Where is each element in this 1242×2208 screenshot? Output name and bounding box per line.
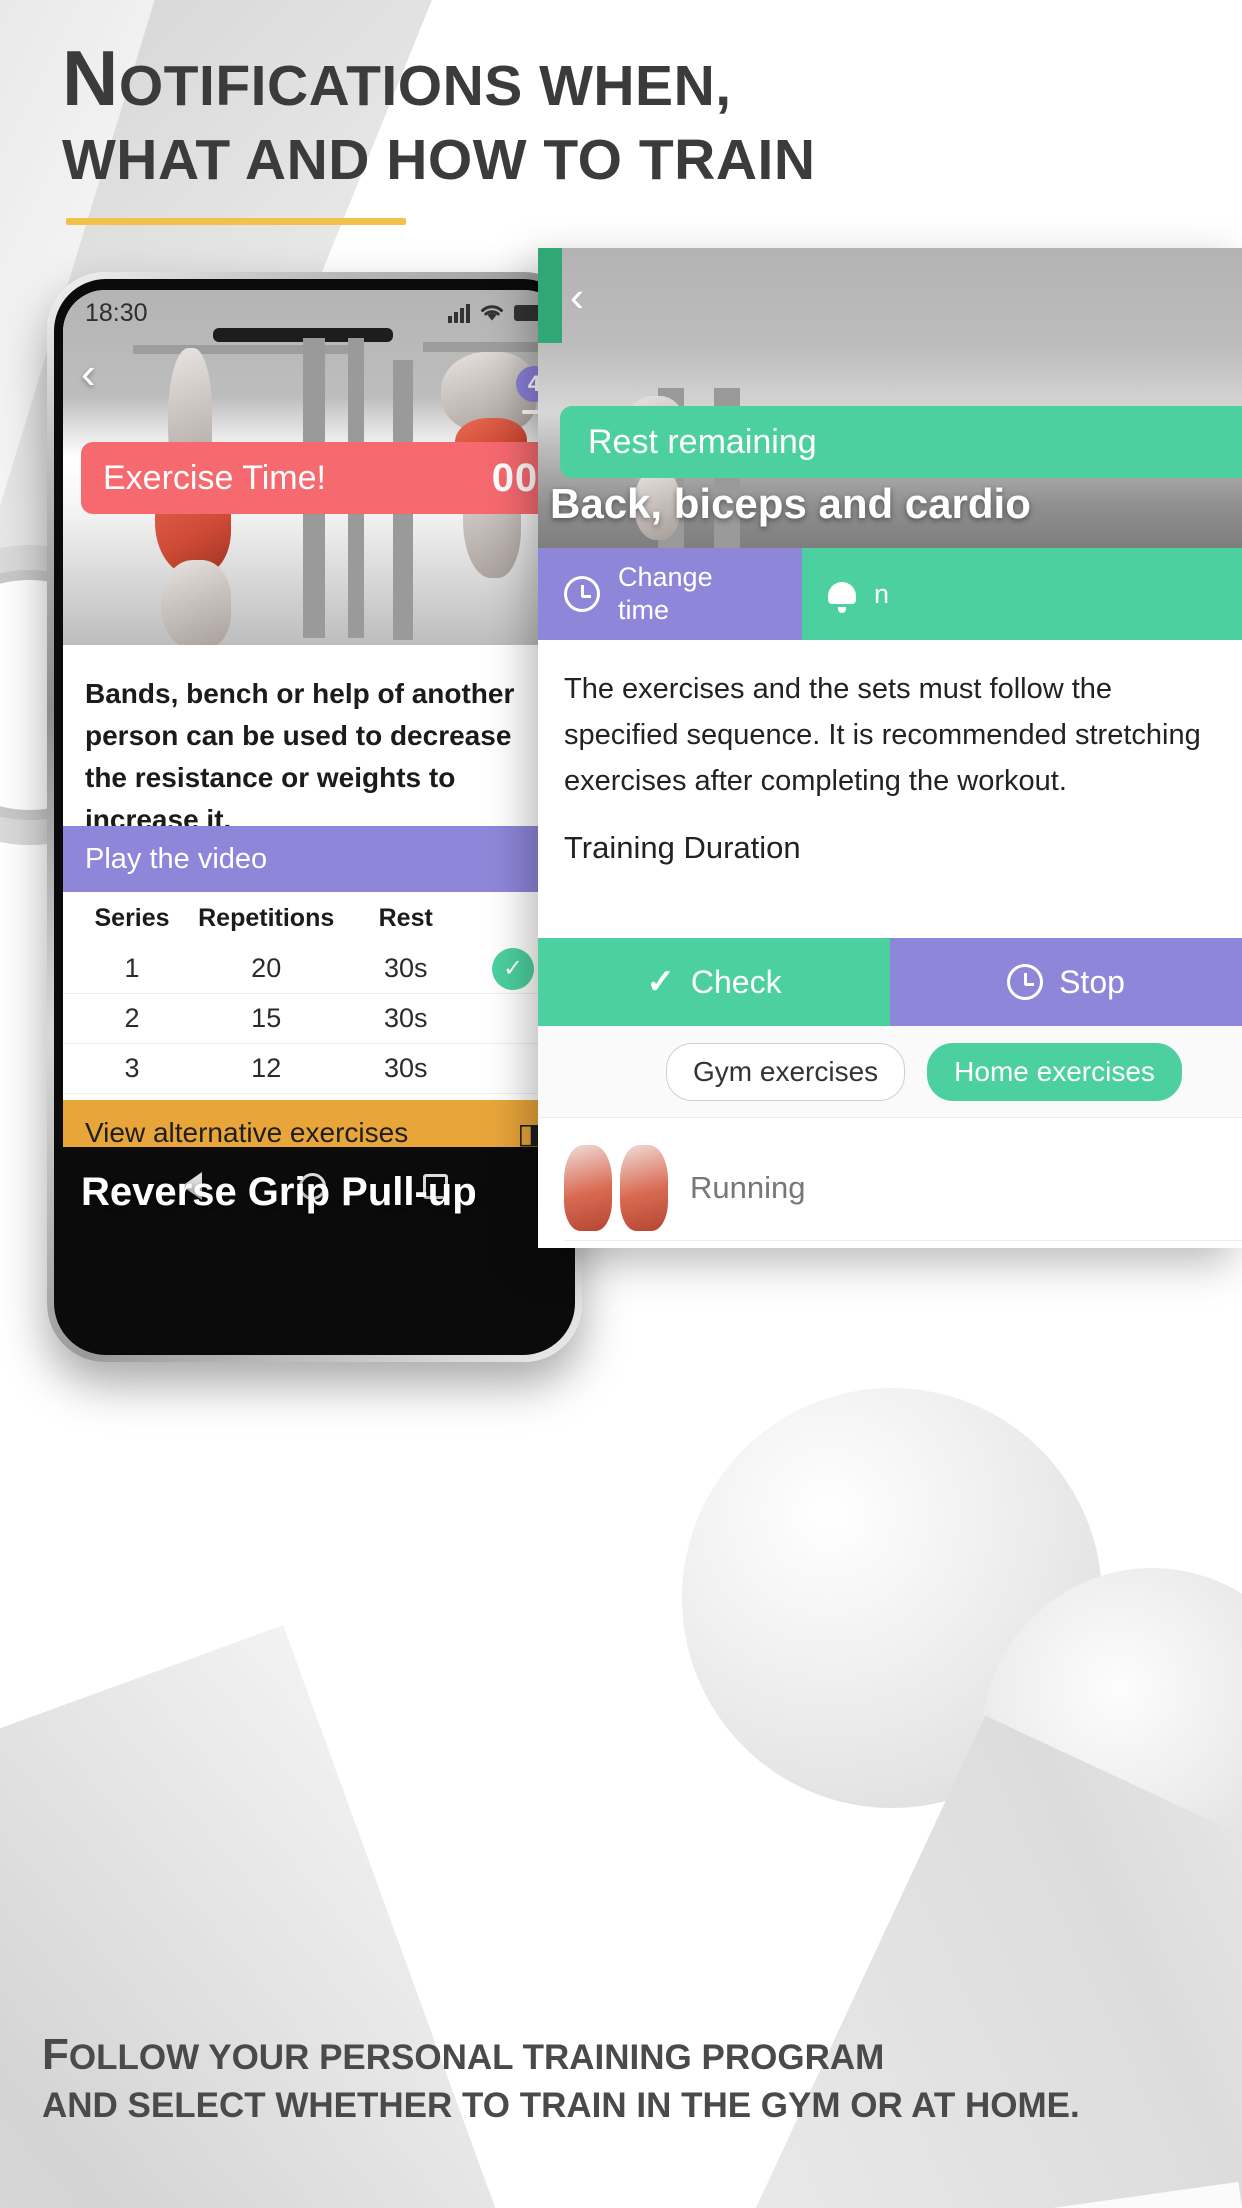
exercise-description-text: Bands, bench or help of another person c… (85, 678, 515, 835)
exercise-figure-icon (620, 1145, 668, 1231)
cell-reps: 20 (251, 953, 282, 983)
clock-icon (564, 576, 600, 612)
change-time-label: Change time (618, 561, 713, 627)
workout-title: Back, biceps and cardio (550, 480, 1031, 527)
rest-remaining-label: Rest remaining (588, 422, 817, 461)
notifications-button[interactable]: n (802, 548, 1242, 640)
green-side-accent (538, 248, 562, 343)
training-duration-label: Training Duration (564, 830, 801, 865)
wifi-icon (481, 305, 503, 321)
cell-rest: 30s (383, 1003, 428, 1033)
exercise-detail-screen: 18:30 ‹ 4 Exercise Time! 00:04 Reverse G… (63, 290, 566, 1225)
back-button[interactable]: ‹ (81, 352, 96, 396)
tab-gym-exercises[interactable]: Gym exercises (666, 1042, 906, 1101)
notifications-label: n (874, 578, 890, 609)
exercise-name: Running (690, 1170, 806, 1205)
view-alternative-label: View alternative exercises (85, 1117, 409, 1148)
headline-underline (66, 218, 406, 225)
footer-line2: AND SELECT WHETHER TO TRAIN IN THE GYM O… (42, 2086, 1080, 2125)
cell-series: 2 (124, 1003, 140, 1033)
play-video-label: Play the video (85, 842, 268, 875)
footer-drop-cap: F (42, 2030, 69, 2079)
workout-control-buttons: ✓ Check Stop (538, 938, 1242, 1026)
cell-reps: 15 (251, 1003, 282, 1033)
headline-drop-cap: N (62, 34, 119, 122)
headline-line1: OTIFICATIONS WHEN, (118, 54, 732, 118)
set-complete-icon: ✓ (492, 947, 535, 990)
exercise-figure-icon (564, 1145, 612, 1231)
signal-bars-icon (448, 303, 470, 323)
table-row[interactable]: 1 20 30s ✓ (63, 944, 566, 994)
status-bar: 18:30 (63, 290, 566, 336)
stop-label: Stop (1059, 963, 1125, 1000)
phone-mockup-right: ‹ Rest remaining Back, biceps and cardio… (538, 248, 1242, 1248)
exercise-timer-label: Exercise Time! (103, 458, 326, 497)
col-repetitions: Repetitions (198, 903, 335, 932)
page-headline: NOTIFICATIONS WHEN, WHAT AND HOW TO TRAI… (62, 39, 816, 196)
back-button[interactable]: ‹ (570, 276, 584, 318)
change-time-line1: Change (618, 562, 713, 592)
tab-home-exercises[interactable]: Home exercises (927, 1042, 1182, 1101)
check-button[interactable]: ✓ Check (538, 938, 890, 1026)
rest-remaining-banner: Rest remaining (560, 406, 1242, 478)
table-row[interactable]: 3 12 30s (63, 1044, 566, 1094)
divider (564, 1240, 1242, 1241)
cell-rest: 30s (383, 1053, 428, 1083)
list-item[interactable]: Running (538, 1136, 1242, 1240)
exercise-thumbnails (564, 1145, 668, 1231)
exercise-location-tabs: Gym exercises Home exercises (538, 1026, 1242, 1118)
col-series: Series (94, 903, 170, 932)
cell-rest: 30s (383, 953, 428, 983)
workout-action-bar: Change time n (538, 548, 1242, 640)
workout-instructions: The exercises and the sets must follow t… (538, 640, 1242, 866)
phone-left-bezel: 18:30 ‹ 4 Exercise Time! 00:04 Reverse G… (54, 279, 575, 1355)
status-time: 18:30 (85, 298, 148, 327)
bell-icon (828, 579, 856, 613)
series-table-header: Series Repetitions Rest (63, 892, 566, 944)
stop-button[interactable]: Stop (890, 938, 1242, 1026)
cell-series: 3 (124, 1053, 140, 1083)
page-footer: FOLLOW YOUR PERSONAL TRAINING PROGRAM AN… (42, 2031, 1080, 2130)
change-time-button[interactable]: Change time (538, 548, 802, 640)
tab-gym-label: Gym exercises (693, 1055, 879, 1087)
clock-icon (1007, 964, 1044, 1000)
col-rest: Rest (378, 903, 433, 932)
tab-home-label: Home exercises (954, 1055, 1155, 1087)
check-icon: ✓ (646, 963, 675, 1001)
cell-reps: 12 (251, 1053, 282, 1083)
check-label: Check (690, 963, 782, 1000)
exercise-title: Reverse Grip Pull-up (81, 1170, 477, 1214)
phone-mockup-left: 18:30 ‹ 4 Exercise Time! 00:04 Reverse G… (47, 272, 582, 1362)
workout-instructions-text: The exercises and the sets must follow t… (564, 673, 1201, 797)
headline-line2: WHAT AND HOW TO TRAIN (62, 128, 816, 192)
cell-series: 1 (124, 953, 140, 983)
table-row[interactable]: 2 15 30s (63, 994, 566, 1044)
change-time-line2: time (618, 595, 670, 625)
play-video-button[interactable]: Play the video (63, 826, 566, 892)
status-icons (448, 303, 548, 323)
exercise-timer-banner: Exercise Time! 00:04 (81, 442, 566, 514)
footer-line1: OLLOW YOUR PERSONAL TRAINING PROGRAM (68, 2038, 885, 2077)
